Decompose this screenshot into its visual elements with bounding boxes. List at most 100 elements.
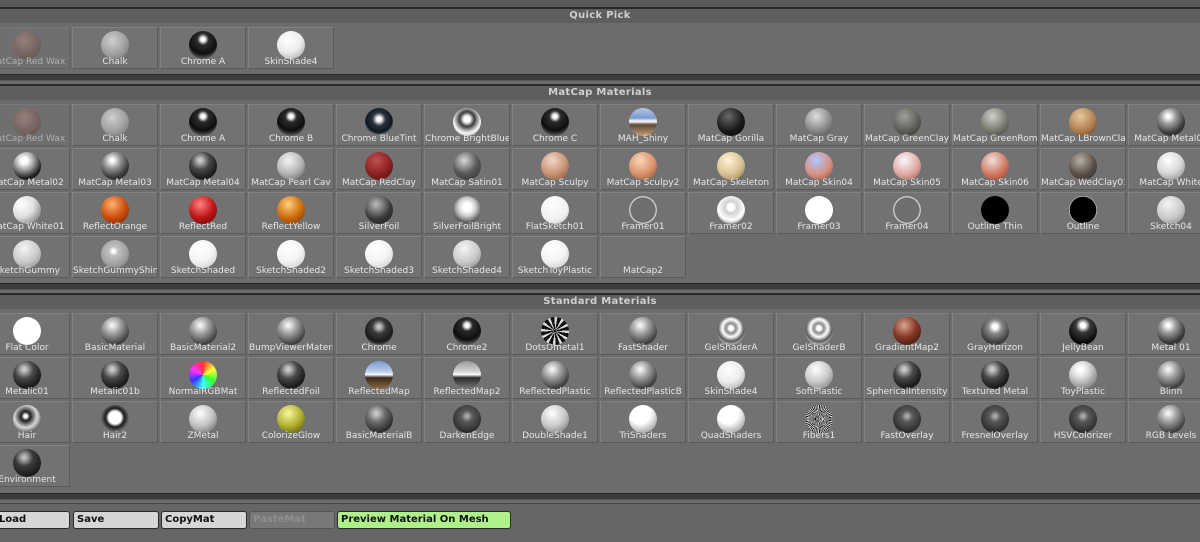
material-tile[interactable]: Chalk <box>72 27 158 69</box>
material-tile[interactable]: ReflectedMap2 <box>424 357 510 399</box>
material-tile[interactable]: BumpViewerMaterial <box>248 313 334 355</box>
material-tile[interactable]: MatCap Metal01 <box>1128 104 1200 146</box>
material-tile[interactable]: MatCap GreenRom <box>952 104 1038 146</box>
material-tile[interactable]: MatCap LBrownCla <box>1040 104 1126 146</box>
material-tile[interactable]: Outline Thin <box>952 192 1038 234</box>
material-tile[interactable]: RGB Levels <box>1128 401 1200 443</box>
material-tile[interactable]: SketchToyPlastic <box>512 236 598 278</box>
material-tile[interactable]: Framer03 <box>776 192 862 234</box>
material-tile[interactable]: MatCap White <box>1128 148 1200 190</box>
material-tile[interactable]: Blinn <box>1128 357 1200 399</box>
material-tile[interactable]: FastOverlay <box>864 401 950 443</box>
material-tile[interactable]: Chrome2 <box>424 313 510 355</box>
material-tile[interactable]: BasicMaterialB <box>336 401 422 443</box>
material-tile[interactable]: BasicMaterial <box>72 313 158 355</box>
material-tile[interactable]: DotsOmetal1 <box>512 313 598 355</box>
material-tile[interactable]: SketchGummyShine <box>72 236 158 278</box>
material-tile[interactable]: SketchShaded4 <box>424 236 510 278</box>
pastemat-button[interactable]: PasteMat <box>249 511 335 529</box>
material-tile[interactable]: MatCap Skeleton <box>688 148 774 190</box>
material-tile[interactable]: Chrome BlueTint <box>336 104 422 146</box>
material-tile[interactable]: Hair2 <box>72 401 158 443</box>
material-tile[interactable]: SilverFoilBright <box>424 192 510 234</box>
material-tile[interactable]: ReflectRed <box>160 192 246 234</box>
material-tile[interactable]: GrayHorizon <box>952 313 1038 355</box>
material-tile[interactable]: GelShaderA <box>688 313 774 355</box>
material-tile[interactable]: MatCap RedClay <box>336 148 422 190</box>
material-tile[interactable]: ReflectedPlastic <box>512 357 598 399</box>
material-tile[interactable]: FlatSketch01 <box>512 192 598 234</box>
material-tile[interactable]: MatCap Sculpy <box>512 148 598 190</box>
material-tile[interactable]: SilverFoil <box>336 192 422 234</box>
material-tile[interactable]: ColorizeGlow <box>248 401 334 443</box>
material-tile[interactable]: MatCap Metal03 <box>72 148 158 190</box>
material-tile[interactable]: Chrome C <box>512 104 598 146</box>
material-tile[interactable]: Chalk <box>72 104 158 146</box>
material-tile[interactable]: MAH_Shiny <box>600 104 686 146</box>
material-tile[interactable]: ToyPlastic <box>1040 357 1126 399</box>
material-tile[interactable]: ReflectedMap <box>336 357 422 399</box>
material-tile[interactable]: MatCap Skin04 <box>776 148 862 190</box>
material-tile[interactable]: JellyBean <box>1040 313 1126 355</box>
material-tile[interactable]: MatCap Sculpy2 <box>600 148 686 190</box>
material-tile[interactable]: MatCap White01 <box>0 192 70 234</box>
material-tile[interactable]: MatCap Skin05 <box>864 148 950 190</box>
material-tile[interactable]: Framer01 <box>600 192 686 234</box>
preview-material-button[interactable]: Preview Material On Mesh <box>337 511 511 529</box>
copymat-button[interactable]: CopyMat <box>161 511 247 529</box>
material-tile[interactable]: HSVColorizer <box>1040 401 1126 443</box>
material-tile[interactable]: GelShaderB <box>776 313 862 355</box>
material-tile[interactable]: MatCap2 <box>600 236 686 278</box>
material-tile[interactable]: ReflectedFoil <box>248 357 334 399</box>
material-tile[interactable]: ReflectYellow <box>248 192 334 234</box>
material-tile[interactable]: ReflectedPlasticB <box>600 357 686 399</box>
material-tile[interactable]: GradientMap2 <box>864 313 950 355</box>
material-tile[interactable]: MatCap Satin01 <box>424 148 510 190</box>
save-button[interactable]: Save <box>73 511 159 529</box>
material-tile[interactable]: Textured Metal <box>952 357 1038 399</box>
material-tile[interactable]: DarkenEdge <box>424 401 510 443</box>
material-tile[interactable]: Metal 01 <box>1128 313 1200 355</box>
material-tile[interactable]: Metalic01 <box>0 357 70 399</box>
material-tile[interactable]: Sketch04 <box>1128 192 1200 234</box>
material-tile[interactable]: MatCap Red Wax <box>0 104 70 146</box>
material-tile[interactable]: ReflectOrange <box>72 192 158 234</box>
material-tile[interactable]: MatCap Gorilla <box>688 104 774 146</box>
material-tile[interactable]: MatCap Red Wax <box>0 27 70 69</box>
material-tile[interactable]: FresnelOverlay <box>952 401 1038 443</box>
material-tile[interactable]: MatCap Metal02 <box>0 148 70 190</box>
material-tile[interactable]: MatCap Pearl Cav <box>248 148 334 190</box>
material-tile[interactable]: Fibers1 <box>776 401 862 443</box>
material-tile[interactable]: MatCap WedClay01 <box>1040 148 1126 190</box>
material-tile[interactable]: SketchShaded2 <box>248 236 334 278</box>
load-button[interactable]: Load <box>0 511 70 529</box>
material-tile[interactable]: MatCap Skin06 <box>952 148 1038 190</box>
material-tile[interactable]: Chrome A <box>160 104 246 146</box>
material-tile[interactable]: SoftPlastic <box>776 357 862 399</box>
material-tile[interactable]: Chrome <box>336 313 422 355</box>
material-tile[interactable]: Flat Color <box>0 313 70 355</box>
material-tile[interactable]: SketchShaded <box>160 236 246 278</box>
material-tile[interactable]: MatCap Metal04 <box>160 148 246 190</box>
material-tile[interactable]: MatCap GreenClay <box>864 104 950 146</box>
material-tile[interactable]: Chrome BrightBlue <box>424 104 510 146</box>
material-tile[interactable]: Metalic01b <box>72 357 158 399</box>
material-tile[interactable]: BasicMaterial2 <box>160 313 246 355</box>
material-tile[interactable]: Chrome B <box>248 104 334 146</box>
material-tile[interactable]: Environment <box>0 445 70 487</box>
material-tile[interactable]: Framer02 <box>688 192 774 234</box>
material-tile[interactable]: TriShaders <box>600 401 686 443</box>
material-tile[interactable]: SkinShade4 <box>248 27 334 69</box>
material-tile[interactable]: Hair <box>0 401 70 443</box>
material-tile[interactable]: FastShader <box>600 313 686 355</box>
material-tile[interactable]: SphericalIntensity <box>864 357 950 399</box>
material-tile[interactable]: NormalRGBMat <box>160 357 246 399</box>
material-tile[interactable]: SkinShade4 <box>688 357 774 399</box>
material-tile[interactable]: MatCap Gray <box>776 104 862 146</box>
material-tile[interactable]: QuadShaders <box>688 401 774 443</box>
material-tile[interactable]: DoubleShade1 <box>512 401 598 443</box>
material-tile[interactable]: SketchGummy <box>0 236 70 278</box>
material-tile[interactable]: Framer04 <box>864 192 950 234</box>
material-tile[interactable]: Chrome A <box>160 27 246 69</box>
material-tile[interactable]: Outline <box>1040 192 1126 234</box>
